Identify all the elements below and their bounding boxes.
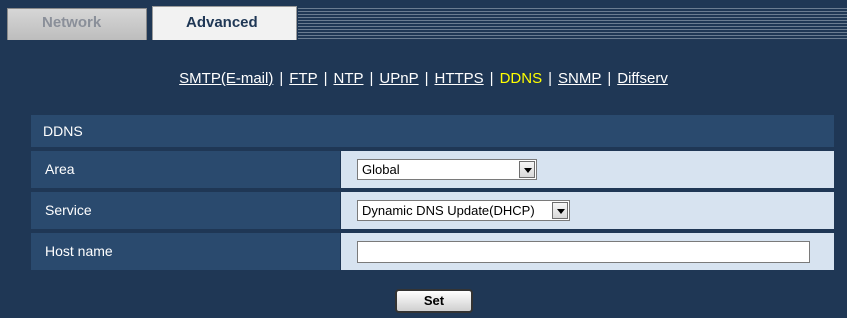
hostname-label: Host name — [31, 233, 340, 270]
service-value-cell: Dynamic DNS Update(DHCP) — [341, 192, 834, 229]
area-select[interactable]: Global — [357, 159, 537, 180]
nav-separator: | — [607, 70, 612, 87]
tab-advanced[interactable]: Advanced — [152, 6, 297, 40]
sub-navigation: SMTP(E-mail) | FTP | NTP | UPnP | HTTPS | DDNS | SNM… — [0, 70, 847, 87]
nav-separator: | — [279, 70, 284, 87]
area-label: Area — [31, 151, 340, 188]
service-select-value: Dynamic DNS Update(DHCP) — [362, 203, 535, 218]
tab-network[interactable]: Network — [7, 8, 147, 40]
tab-bar-stripes — [298, 6, 847, 40]
row-hostname: Host name — [31, 233, 834, 270]
nav-link-ftp[interactable]: FTP — [289, 70, 317, 87]
row-service: Service Dynamic DNS Update(DHCP) — [31, 192, 834, 229]
set-button[interactable]: Set — [395, 289, 473, 313]
nav-link-https[interactable]: HTTPS — [435, 70, 484, 87]
nav-link-diffserv[interactable]: Diffserv — [617, 70, 668, 87]
chevron-down-icon[interactable] — [552, 202, 568, 219]
section-title-ddns: DDNS — [31, 115, 834, 147]
nav-separator: | — [424, 70, 429, 87]
nav-separator: | — [548, 70, 552, 87]
row-area: Area Global — [31, 151, 834, 188]
nav-link-snmp[interactable]: SNMP — [558, 70, 601, 87]
nav-separator: | — [323, 70, 328, 87]
nav-link-ddns-active[interactable]: DDNS — [500, 70, 543, 87]
area-select-value: Global — [362, 162, 400, 177]
nav-link-smtp[interactable]: SMTP(E-mail) — [179, 70, 273, 87]
hostname-input[interactable] — [357, 241, 810, 263]
service-label: Service — [31, 192, 340, 229]
nav-separator: | — [369, 70, 374, 87]
nav-separator: | — [489, 70, 494, 87]
hostname-value-cell — [341, 233, 834, 270]
chevron-down-icon[interactable] — [519, 161, 535, 178]
tab-bar: Network Advanced — [0, 0, 847, 40]
nav-link-ntp[interactable]: NTP — [334, 70, 364, 87]
area-value-cell: Global — [341, 151, 834, 188]
service-select[interactable]: Dynamic DNS Update(DHCP) — [357, 200, 570, 221]
nav-link-upnp[interactable]: UPnP — [379, 70, 418, 87]
